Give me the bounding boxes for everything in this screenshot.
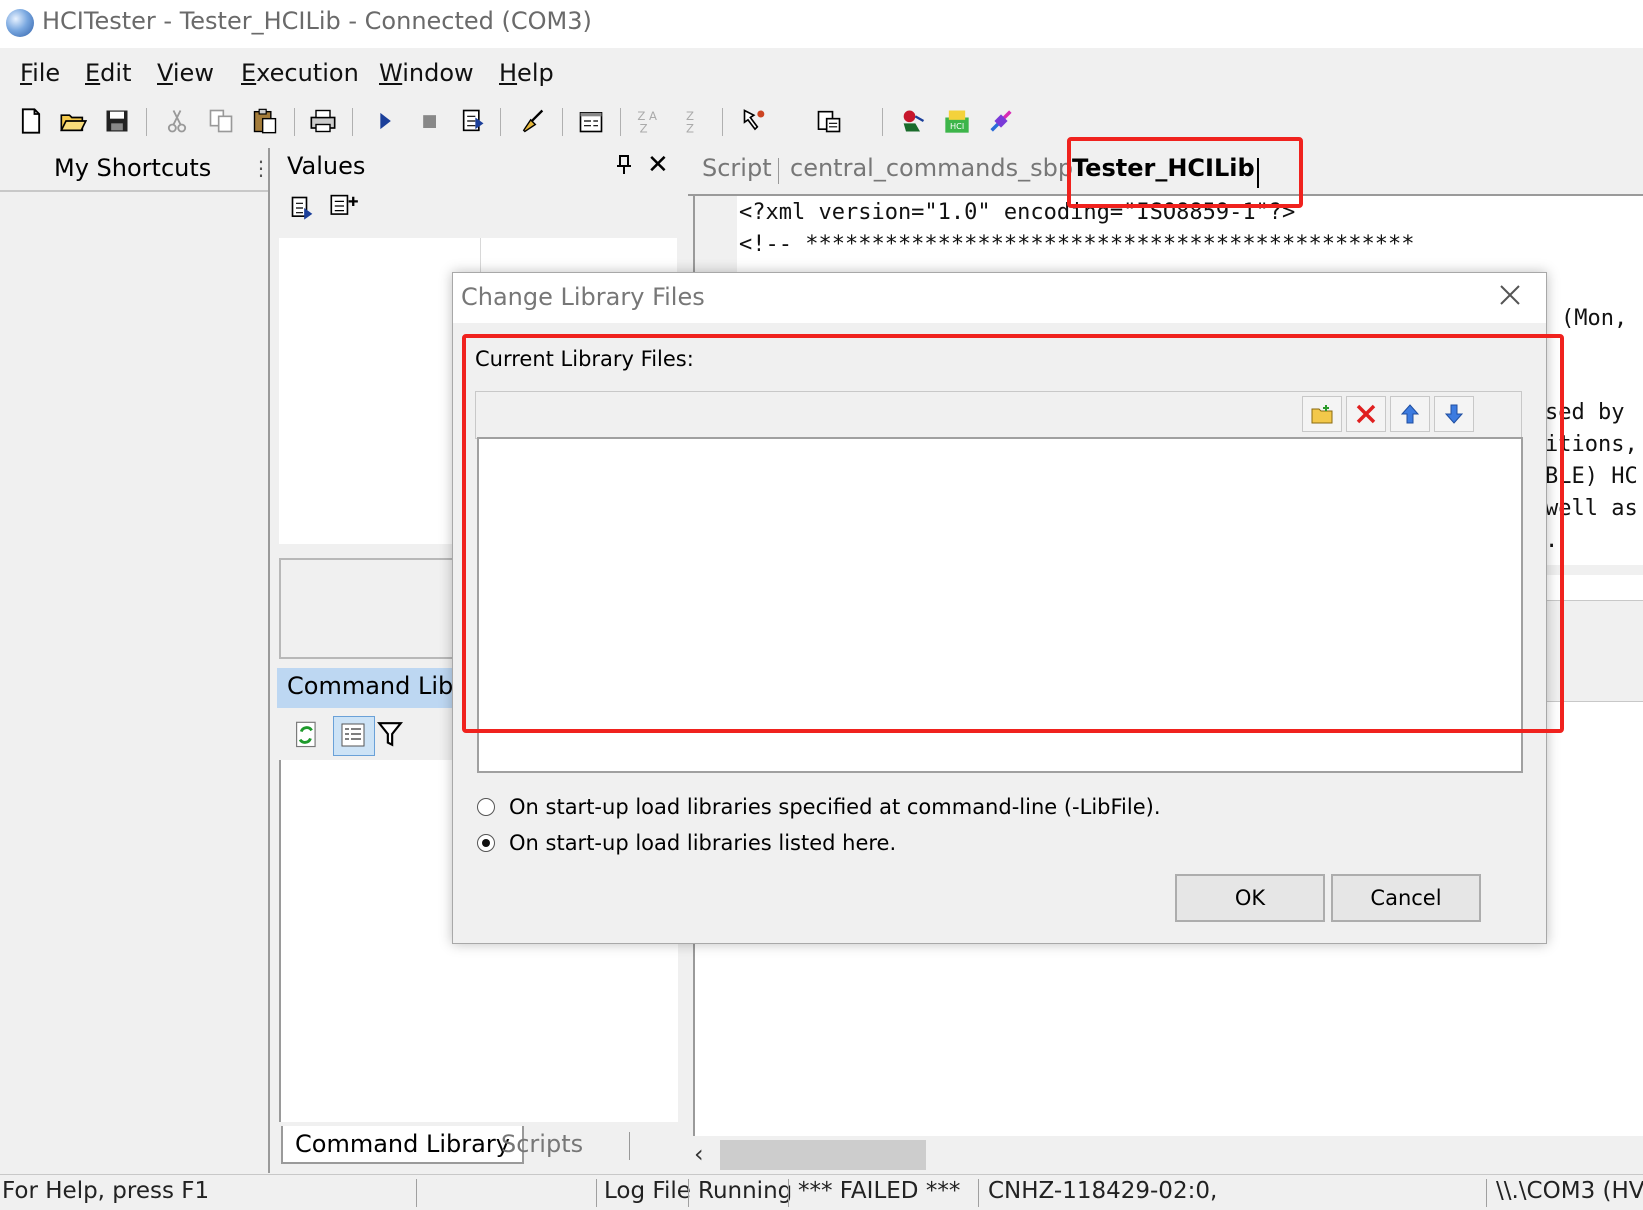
ok-button[interactable]: OK xyxy=(1175,874,1325,922)
editor-horizontal-scrollbar[interactable]: ‹ xyxy=(688,1138,1643,1172)
svg-text:Z: Z xyxy=(686,122,694,135)
close-icon[interactable]: ✕ xyxy=(647,150,669,180)
connect-icon[interactable] xyxy=(986,106,1016,136)
dialog-title-bar: Change Library Files xyxy=(453,273,1546,323)
window-title: HCITester - Tester_HCILib - Connected (C… xyxy=(42,7,592,35)
close-icon[interactable] xyxy=(1497,277,1523,317)
status-bar: For Help, press F1 Log File Running *** … xyxy=(0,1174,1643,1210)
code-line: <?xml version="1.0" encoding="ISO8859-1"… xyxy=(739,200,1296,225)
filter-icon[interactable] xyxy=(376,720,404,752)
radio-label: On start-up load libraries specified at … xyxy=(509,795,1161,819)
menu-execution[interactable]: Execution xyxy=(241,59,359,87)
status-help: For Help, press F1 xyxy=(2,1178,210,1204)
radio-listed-libraries[interactable]: On start-up load libraries listed here. xyxy=(477,831,896,855)
menu-bar: File Edit View Execution Window Help xyxy=(0,54,1643,98)
editor-tab-bar: Script central_commands_sbp Tester_HCILi… xyxy=(688,148,1643,196)
shortcuts-title: My Shortcuts xyxy=(54,154,212,182)
scrollbar-thumb[interactable] xyxy=(720,1140,926,1170)
scroll-left-icon[interactable]: ‹ xyxy=(694,1140,704,1168)
radio-command-line-libraries[interactable]: On start-up load libraries specified at … xyxy=(477,795,1161,819)
left-panel-tabs: Command Library Scripts xyxy=(277,1122,677,1172)
radio-label: On start-up load libraries listed here. xyxy=(509,831,897,855)
code-line: <!-- ***********************************… xyxy=(739,232,1415,257)
copy-icon[interactable] xyxy=(206,106,236,136)
properties-icon[interactable] xyxy=(576,106,606,136)
app-icon xyxy=(6,9,34,37)
menu-window[interactable]: Window xyxy=(379,59,474,87)
command-library-title: Command Libra xyxy=(287,672,478,700)
paste-icon[interactable] xyxy=(250,106,280,136)
clipboard-icon[interactable] xyxy=(814,106,844,136)
code-fragment: BLE) HC xyxy=(1545,464,1638,489)
menu-edit[interactable]: Edit xyxy=(85,59,131,87)
svg-text:Z: Z xyxy=(640,122,648,135)
values-title: Values xyxy=(287,152,366,180)
clean-icon[interactable] xyxy=(518,106,548,136)
list-view-icon[interactable] xyxy=(333,716,375,756)
menu-view[interactable]: View xyxy=(157,59,214,87)
status-result: *** FAILED *** xyxy=(798,1178,961,1204)
new-icon[interactable] xyxy=(16,106,46,136)
print-icon[interactable] xyxy=(308,106,338,136)
refresh-icon[interactable] xyxy=(293,720,321,754)
dialog-title: Change Library Files xyxy=(461,283,705,311)
stop-icon[interactable] xyxy=(414,106,444,136)
library-files-list[interactable] xyxy=(477,437,1523,773)
tab-tester-hcilib[interactable]: Tester_HCILib xyxy=(1072,154,1255,182)
move-down-icon[interactable] xyxy=(1434,396,1474,432)
tab-scripts[interactable]: Scripts xyxy=(489,1126,595,1162)
export-icon[interactable] xyxy=(289,194,317,226)
pin-icon[interactable] xyxy=(615,154,633,181)
menu-file[interactable]: File xyxy=(20,59,60,87)
main-toolbar: Z AZ ZZ ▼ ▼ HCI xyxy=(0,98,1024,226)
editor-gutter xyxy=(695,196,737,276)
code-fragment: itions, xyxy=(1545,432,1638,457)
cut-icon[interactable] xyxy=(162,106,192,136)
delete-icon[interactable] xyxy=(1346,396,1386,432)
sort-az-icon[interactable]: ZZ xyxy=(678,106,708,136)
status-device: CNHZ-118429-02:0, xyxy=(988,1178,1218,1204)
save-icon[interactable] xyxy=(102,106,132,136)
code-fragment: sed by xyxy=(1545,400,1625,425)
svg-text:HCI: HCI xyxy=(950,121,964,131)
add-folder-icon[interactable] xyxy=(1302,396,1342,432)
status-running: Running xyxy=(698,1178,793,1204)
change-library-files-dialog: Change Library Files Current Library Fil… xyxy=(452,272,1547,944)
code-fragment: (Mon, xyxy=(1561,306,1628,331)
status-log-file: Log File xyxy=(604,1178,691,1204)
radio-button[interactable] xyxy=(477,834,495,852)
move-up-icon[interactable] xyxy=(1390,396,1430,432)
grip-icon[interactable]: ⋮ xyxy=(251,156,271,180)
cancel-button[interactable]: Cancel xyxy=(1331,874,1481,922)
radio-button[interactable] xyxy=(477,798,495,816)
debug-icon[interactable] xyxy=(898,106,928,136)
library-list-toolbar xyxy=(475,391,1522,439)
menu-help[interactable]: Help xyxy=(499,59,554,87)
open-icon[interactable] xyxy=(58,106,88,136)
step-icon[interactable] xyxy=(458,106,488,136)
current-library-files-label: Current Library Files: xyxy=(475,347,694,371)
hci-icon[interactable]: HCI xyxy=(942,106,972,136)
status-port: \\.\COM3 (HV xyxy=(1496,1178,1643,1204)
shortcuts-pane: My Shortcuts ⋮ xyxy=(0,148,271,1173)
sort-za-icon[interactable]: Z AZ xyxy=(634,106,664,136)
tab-central-commands-sbp[interactable]: central_commands_sbp xyxy=(790,154,1073,182)
tab-script[interactable]: Script xyxy=(702,154,772,182)
add-value-icon[interactable] xyxy=(329,192,359,224)
title-bar: HCITester - Tester_HCILib - Connected (C… xyxy=(0,0,1643,48)
code-fragment: well as xyxy=(1545,496,1638,521)
run-icon[interactable] xyxy=(370,106,400,136)
shortcuts-header: My Shortcuts ⋮ xyxy=(0,148,271,192)
tab-command-library[interactable]: Command Library xyxy=(281,1126,524,1164)
pointer-icon[interactable] xyxy=(740,106,770,136)
